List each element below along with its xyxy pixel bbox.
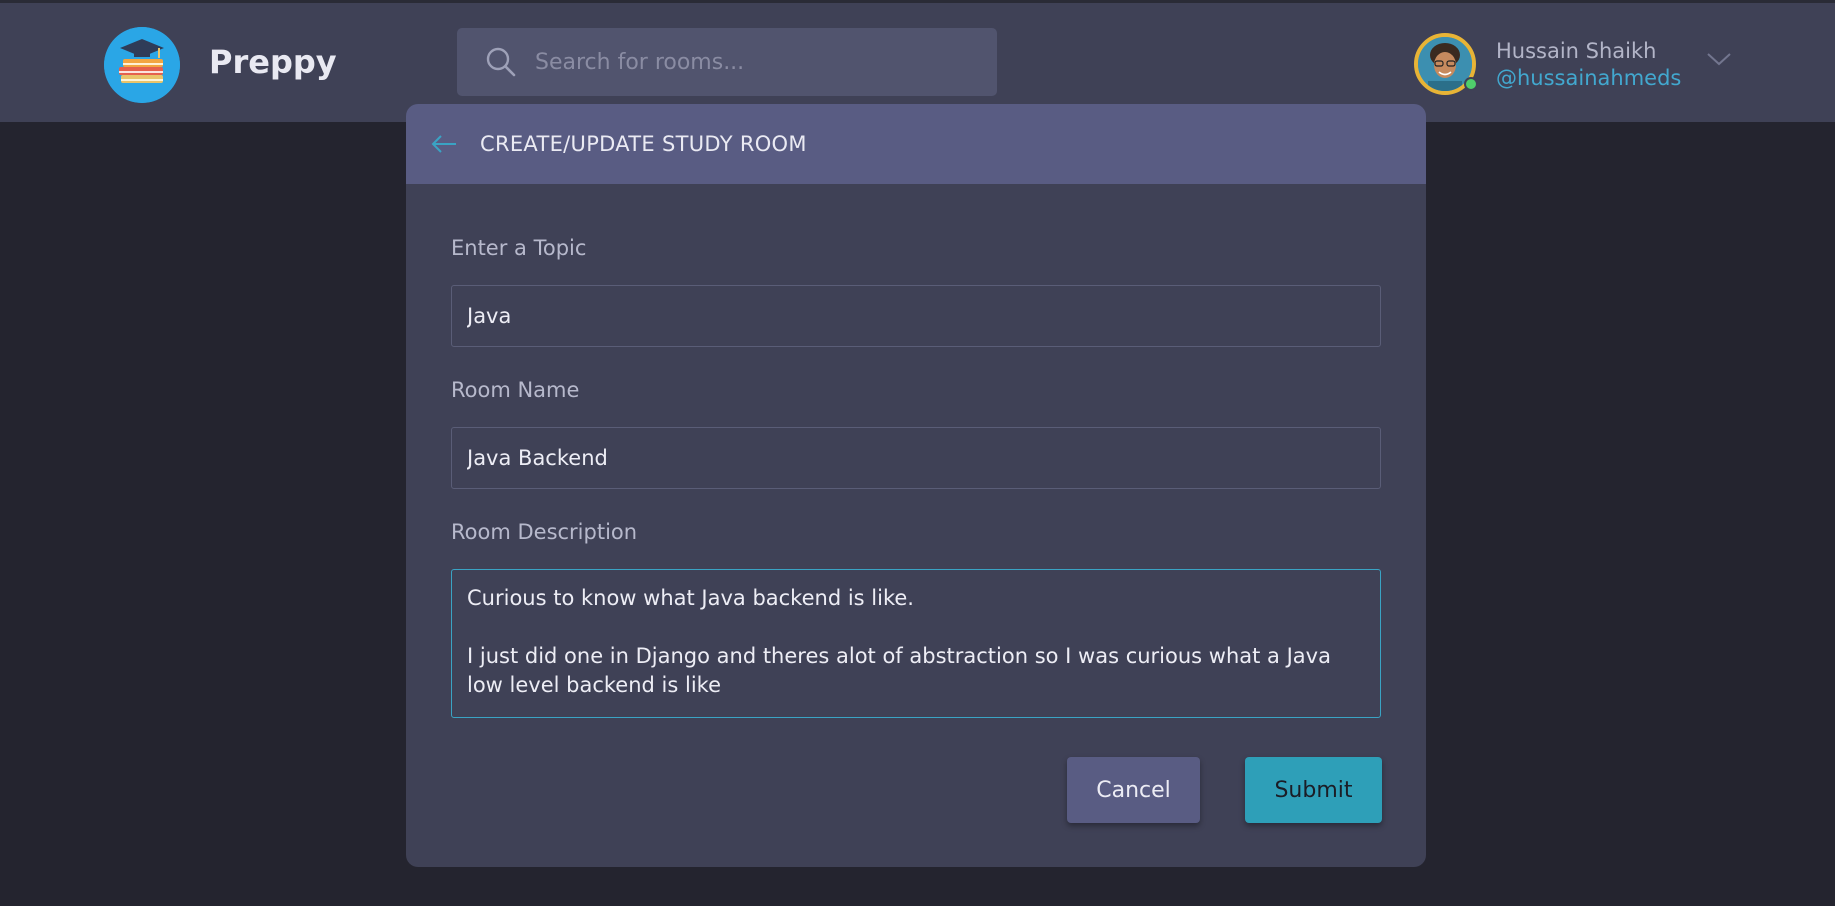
- room-description-textarea[interactable]: Curious to know what Java backend is lik…: [451, 569, 1381, 718]
- topic-input[interactable]: [451, 285, 1381, 347]
- card-title: CREATE/UPDATE STUDY ROOM: [480, 132, 807, 156]
- app-logo[interactable]: [104, 27, 180, 103]
- user-menu[interactable]: Hussain Shaikh @hussainahmeds: [1414, 33, 1734, 103]
- search-bar[interactable]: [457, 28, 997, 96]
- brand-name[interactable]: Preppy: [209, 43, 337, 81]
- user-handle[interactable]: @hussainahmeds: [1496, 66, 1681, 90]
- card-header: CREATE/UPDATE STUDY ROOM: [406, 104, 1426, 184]
- topic-label: Enter a Topic: [451, 236, 587, 260]
- cancel-button[interactable]: Cancel: [1067, 757, 1200, 823]
- chevron-down-icon: [1707, 53, 1731, 66]
- create-room-card: CREATE/UPDATE STUDY ROOM Enter a Topic R…: [406, 104, 1426, 867]
- online-status-indicator: [1464, 77, 1478, 91]
- submit-button[interactable]: Submit: [1245, 757, 1382, 823]
- room-description-label: Room Description: [451, 520, 638, 544]
- room-name-input[interactable]: [451, 427, 1381, 489]
- arrow-left-icon: [431, 135, 456, 153]
- back-button[interactable]: [428, 128, 460, 160]
- search-icon: [486, 47, 516, 77]
- books-logo-icon: [104, 27, 180, 103]
- user-menu-dropdown[interactable]: [1705, 49, 1733, 73]
- room-name-label: Room Name: [451, 378, 580, 402]
- search-input[interactable]: [533, 48, 973, 76]
- user-name: Hussain Shaikh: [1496, 39, 1657, 63]
